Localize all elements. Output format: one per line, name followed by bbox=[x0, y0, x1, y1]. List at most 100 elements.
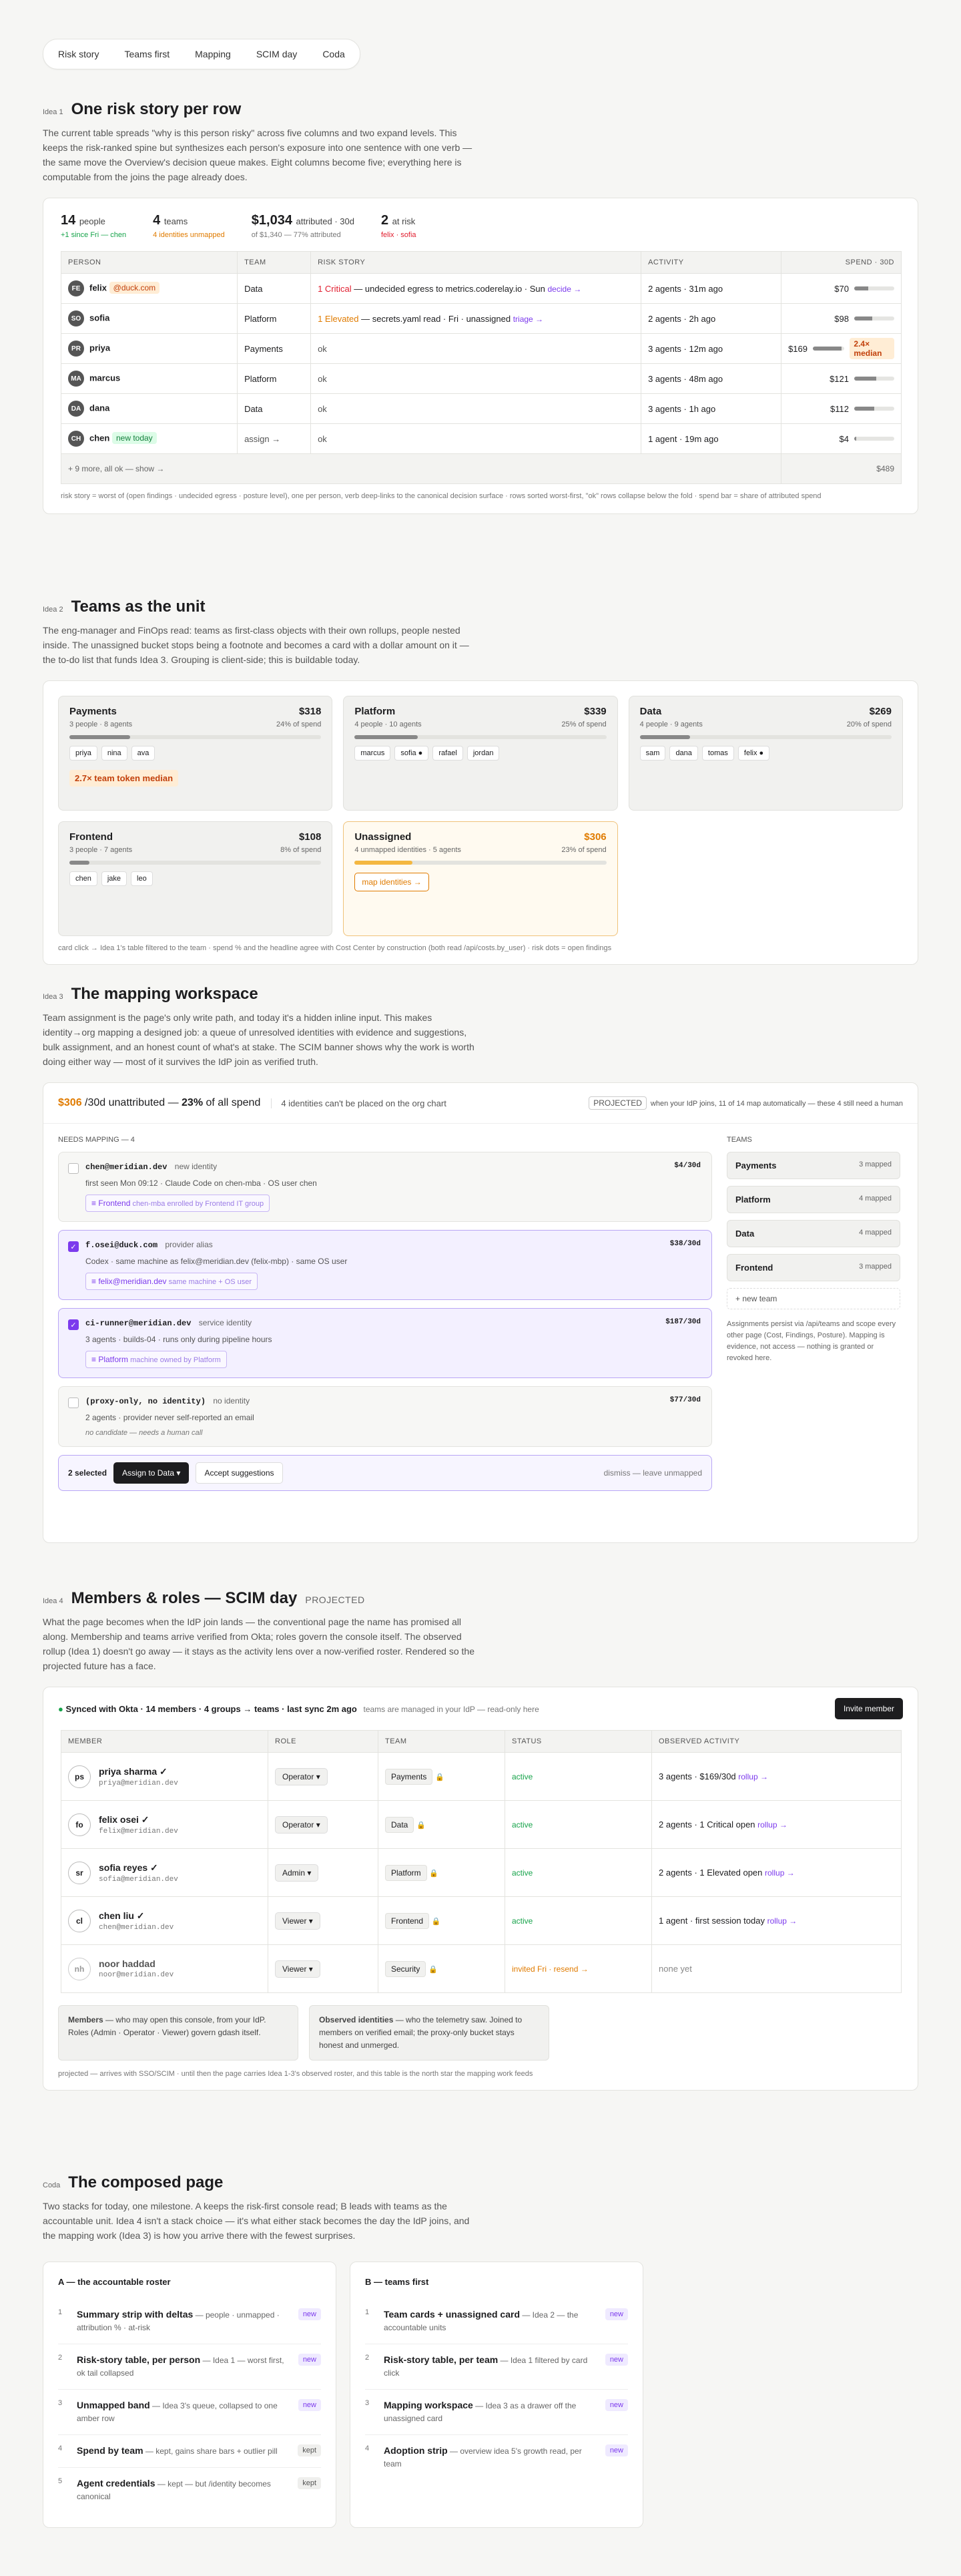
dismiss-link[interactable]: dismiss — leave unmapped bbox=[604, 1468, 702, 1478]
select-checkbox[interactable] bbox=[68, 1398, 79, 1408]
table-row[interactable]: FE felix @duck.com Data 1 Critical — undeci… bbox=[61, 273, 902, 304]
person-chip[interactable]: priya bbox=[69, 746, 97, 761]
tab-scim-day[interactable]: SCIM day bbox=[246, 43, 308, 65]
person-chip[interactable]: sofia ● bbox=[394, 746, 429, 761]
team-outlier-note: 2.7× team token median bbox=[69, 770, 179, 787]
team-drop-target[interactable]: Data 4 mapped bbox=[727, 1220, 900, 1247]
tab-mapping[interactable]: Mapping bbox=[184, 43, 242, 65]
person-chip[interactable]: nina bbox=[101, 746, 127, 761]
action-link[interactable]: decide → bbox=[548, 284, 582, 294]
column-header: RISK STORY bbox=[310, 251, 642, 274]
person-chip[interactable]: chen bbox=[69, 871, 97, 886]
unattributed-amount: $306 bbox=[58, 1097, 82, 1108]
member-status[interactable]: invited Fri · resend → bbox=[505, 1944, 652, 1993]
person-chip[interactable]: dana bbox=[669, 746, 698, 761]
show-more-row[interactable]: + 9 more, all ok — show → $489 bbox=[61, 453, 902, 484]
table-row[interactable]: MA marcus Platform ok 3 agents · 48m ago $121 bbox=[61, 363, 902, 394]
risk-story-cell: ok bbox=[310, 423, 642, 454]
person-chip[interactable]: sam bbox=[639, 746, 666, 761]
team-card[interactable]: Frontend $108 3 people · 7 agents 8% of spe… bbox=[58, 821, 333, 936]
select-checkbox[interactable]: ✓ bbox=[68, 1241, 79, 1252]
suggestion-chip[interactable]: ≡ felix@meridian.dev same machine + OS u… bbox=[85, 1273, 258, 1290]
team-card[interactable]: Platform $339 4 people · 10 agents 25% of s… bbox=[343, 696, 618, 811]
selected-count: 2 selected bbox=[68, 1468, 107, 1478]
team-card[interactable]: Unassigned $306 4 unmapped identities · 5 … bbox=[343, 821, 618, 936]
idea-number: Idea 4 bbox=[43, 1597, 63, 1605]
rollup-link[interactable]: rollup → bbox=[767, 1916, 797, 1926]
section-title: One risk story per row bbox=[71, 100, 242, 118]
spend-value: $169 bbox=[788, 343, 808, 354]
suggestion-chip[interactable]: ≡ Platform machine owned by Platform bbox=[85, 1351, 227, 1368]
team-cell[interactable]: assign → bbox=[237, 423, 312, 454]
team-card[interactable]: Payments $318 3 people · 8 agents 24% of sp… bbox=[58, 696, 333, 811]
table-row[interactable]: DA dana Data ok 3 agents · 1h ago $112 bbox=[61, 393, 902, 424]
person-chip[interactable]: marcus bbox=[354, 746, 391, 761]
tab-risk-story[interactable]: Risk story bbox=[47, 43, 109, 65]
person-chip[interactable]: jake bbox=[101, 871, 127, 886]
team-card[interactable]: Data $269 4 people · 9 agents 20% of spend s… bbox=[628, 696, 903, 811]
role-select[interactable]: Operator ▾ bbox=[275, 1767, 328, 1785]
observed-activity: 2 agents · 1 Critical open bbox=[659, 1819, 758, 1830]
role-select[interactable]: Operator ▾ bbox=[275, 1815, 328, 1834]
person-name: dana bbox=[89, 403, 110, 413]
select-checkbox[interactable] bbox=[68, 1163, 79, 1174]
team-meta: 4 unmapped identities · 5 agents bbox=[354, 846, 461, 854]
tab-coda[interactable]: Coda bbox=[312, 43, 355, 65]
person-chip[interactable]: jordan bbox=[466, 746, 500, 761]
lock-icon: 🔒 bbox=[416, 1821, 426, 1830]
team-drop-target[interactable]: Payments 3 mapped bbox=[727, 1152, 900, 1179]
tab-teams-first[interactable]: Teams first bbox=[113, 43, 180, 65]
observed-activity: 3 agents · $169/30d bbox=[659, 1771, 739, 1781]
role-select[interactable]: Viewer ▾ bbox=[275, 1960, 320, 1978]
accept-suggestions-button[interactable]: Accept suggestions bbox=[196, 1462, 283, 1484]
member-name: chen liu ✓ bbox=[99, 1910, 145, 1921]
identity-item[interactable]: ✓ f.osei@duck.com provider alias $38/30d Co… bbox=[58, 1230, 712, 1300]
action-link[interactable]: triage → bbox=[513, 314, 543, 324]
invite-member-button[interactable]: Invite member bbox=[834, 1698, 903, 1719]
table-row[interactable]: SO sofia Platform 1 Elevated — secrets.yaml… bbox=[61, 303, 902, 334]
stat: $1,034 attributed · 30d of $1,340 — 77% a… bbox=[252, 213, 354, 239]
show-more-link[interactable]: + 9 more, all ok — show → bbox=[61, 453, 782, 484]
person-chip[interactable]: rafael bbox=[432, 746, 463, 761]
severity: 1 Critical bbox=[318, 283, 352, 294]
identity-kind: service identity bbox=[198, 1318, 252, 1327]
select-checkbox[interactable]: ✓ bbox=[68, 1319, 79, 1330]
identity-item[interactable]: (proxy-only, no identity) no identity $77… bbox=[58, 1386, 712, 1447]
rollup-link[interactable]: rollup → bbox=[765, 1868, 795, 1878]
avatar: sr bbox=[68, 1861, 91, 1884]
identity-item[interactable]: chen@meridian.dev new identity $4/30d firs… bbox=[58, 1152, 712, 1222]
mapped-count: 3 mapped bbox=[859, 1263, 892, 1271]
team-drop-target[interactable]: Frontend 3 mapped bbox=[727, 1254, 900, 1281]
table-row[interactable]: CH chen new today assign → ok 1 agent · 19m … bbox=[61, 423, 902, 454]
role-select[interactable]: Viewer ▾ bbox=[275, 1912, 320, 1930]
item-title: Spend by team bbox=[77, 2445, 143, 2456]
stat-delta: 4 identities unmapped bbox=[153, 231, 225, 239]
suggestion-chip[interactable]: ≡ Frontend chen-mba enrolled by Frontend… bbox=[85, 1195, 270, 1212]
column-header: PERSON bbox=[61, 251, 238, 274]
section-intro: The eng-manager and FinOps read: teams a… bbox=[43, 625, 469, 665]
map-identities-button[interactable]: map identities → bbox=[354, 873, 429, 891]
section-title: Teams as the unit bbox=[71, 598, 206, 616]
identity-kind: no identity bbox=[213, 1396, 250, 1406]
person-chip[interactable]: leo bbox=[131, 871, 153, 886]
rollup-link[interactable]: rollup → bbox=[757, 1820, 787, 1830]
evidence: Codex · same machine as felix@meridian.d… bbox=[85, 1257, 348, 1266]
spend-value: $98 bbox=[834, 313, 849, 324]
spend-value: $112 bbox=[830, 403, 849, 414]
person-chip[interactable]: ava bbox=[131, 746, 155, 761]
identity-tag: new today bbox=[111, 432, 157, 445]
bulk-action-bar: 2 selected Assign to Data ▾ Accept suggest… bbox=[58, 1455, 712, 1491]
idea4-section: Idea 4 Members & roles — SCIM day PROJECTE… bbox=[43, 1589, 918, 2091]
team-chip: Security bbox=[385, 1960, 426, 1977]
team-name: Frontend bbox=[69, 831, 113, 843]
person-chip[interactable]: tomas bbox=[701, 746, 734, 761]
table-row: fo felix osei ✓ felix@meridian.dev Operator… bbox=[61, 1800, 902, 1849]
person-chip[interactable]: felix ● bbox=[737, 746, 770, 761]
identity-item[interactable]: ✓ ci-runner@meridian.dev service identity… bbox=[58, 1308, 712, 1378]
role-select[interactable]: Admin ▾ bbox=[275, 1864, 319, 1882]
table-row[interactable]: PR priya Payments ok 3 agents · 12m ago $169 2… bbox=[61, 333, 902, 364]
rollup-link[interactable]: rollup → bbox=[738, 1772, 768, 1781]
new-team-button[interactable]: + new team bbox=[727, 1288, 900, 1309]
team-drop-target[interactable]: Platform 4 mapped bbox=[727, 1186, 900, 1213]
assign-team-button[interactable]: Assign to Data ▾ bbox=[113, 1462, 190, 1484]
